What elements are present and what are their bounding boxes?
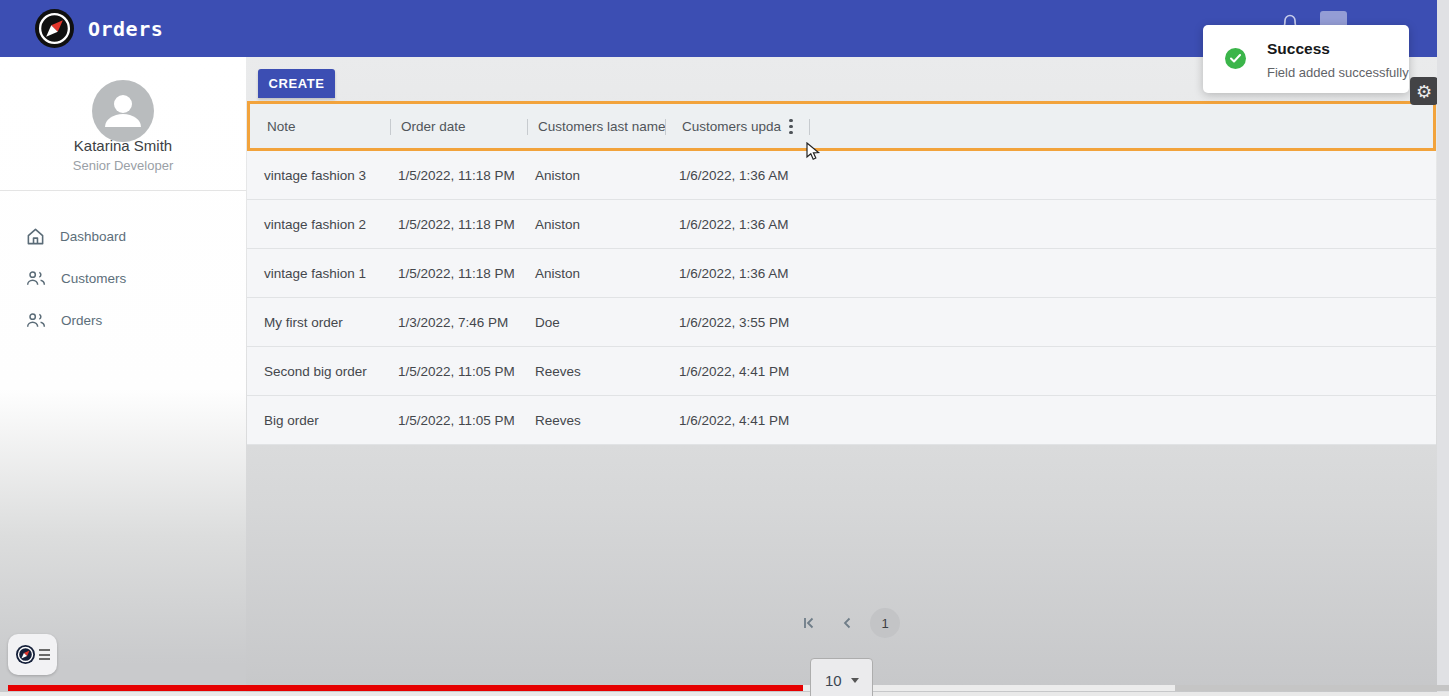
people-icon: [26, 311, 46, 329]
avatar: [92, 80, 154, 142]
column-header-customers-last-name[interactable]: Customers last name: [527, 119, 665, 134]
toast-title: Success: [1267, 40, 1330, 58]
page-size-select[interactable]: 10: [810, 658, 873, 696]
column-header-customers-updated[interactable]: Customers upda: [665, 119, 785, 134]
header-divider: [390, 119, 391, 135]
profile-role: Senior Developer: [0, 158, 246, 173]
table-row[interactable]: vintage fashion 2 1/5/2022, 11:18 PM Ani…: [247, 200, 1436, 249]
pagination-page-1[interactable]: 1: [870, 608, 900, 638]
table-row[interactable]: Second big order 1/5/2022, 11:05 PM Reev…: [247, 347, 1436, 396]
header-divider: [527, 119, 528, 135]
sidebar-divider: [0, 190, 246, 191]
pagination-first-page-icon[interactable]: [794, 608, 824, 638]
toast-message: Field added successfully: [1267, 65, 1409, 80]
profile-name: Katarina Smith: [0, 137, 246, 154]
page-title: Orders: [88, 17, 163, 41]
column-header-order-date[interactable]: Order date: [390, 119, 527, 134]
create-button[interactable]: CREATE: [258, 69, 335, 98]
main-content: CREATE Note Order date Customers last na…: [246, 57, 1437, 696]
scrollbar[interactable]: [1437, 0, 1449, 696]
sidebar-menu: Dashboard Customers Orders: [0, 215, 246, 341]
video-progress-bar: [8, 685, 803, 691]
table-row[interactable]: Big order 1/5/2022, 11:05 PM Reeves 1/6/…: [247, 396, 1436, 445]
pagination: 1: [794, 608, 900, 638]
video-progress-track-dark: [1175, 685, 1449, 691]
video-progress-track-base: [0, 692, 1449, 696]
people-icon: [26, 269, 46, 287]
table-row[interactable]: My first order 1/3/2022, 7:46 PM Doe 1/6…: [247, 298, 1436, 347]
success-check-icon: [1225, 48, 1246, 69]
mouse-cursor: [806, 142, 822, 162]
column-header-note[interactable]: Note: [250, 119, 390, 134]
pagination-prev-page-icon[interactable]: [832, 608, 862, 638]
table-body: vintage fashion 3 1/5/2022, 11:18 PM Ani…: [247, 151, 1436, 445]
sidebar-item-dashboard[interactable]: Dashboard: [0, 215, 246, 257]
sidebar: Katarina Smith Senior Developer Dashboar…: [0, 57, 246, 696]
home-icon: [26, 227, 45, 246]
header-divider: [809, 119, 810, 135]
sidebar-item-orders[interactable]: Orders: [0, 299, 246, 341]
compass-logo-icon: [35, 9, 74, 48]
settings-gear-button[interactable]: ⚙: [1410, 77, 1438, 105]
table-row[interactable]: vintage fashion 3 1/5/2022, 11:18 PM Ani…: [247, 151, 1436, 200]
sidebar-item-customers[interactable]: Customers: [0, 257, 246, 299]
hamburger-icon: [39, 649, 50, 660]
header-divider: [665, 119, 666, 135]
floating-widget[interactable]: [8, 634, 57, 675]
chevron-down-icon: [851, 678, 859, 683]
table-row[interactable]: vintage fashion 1 1/5/2022, 11:18 PM Ani…: [247, 249, 1436, 298]
column-menu-kebab-icon[interactable]: [789, 119, 793, 135]
compass-mini-icon: [16, 645, 35, 664]
success-toast: Success Field added successfully: [1203, 25, 1409, 93]
table-header-row: Note Order date Customers last name Cust…: [247, 101, 1436, 151]
